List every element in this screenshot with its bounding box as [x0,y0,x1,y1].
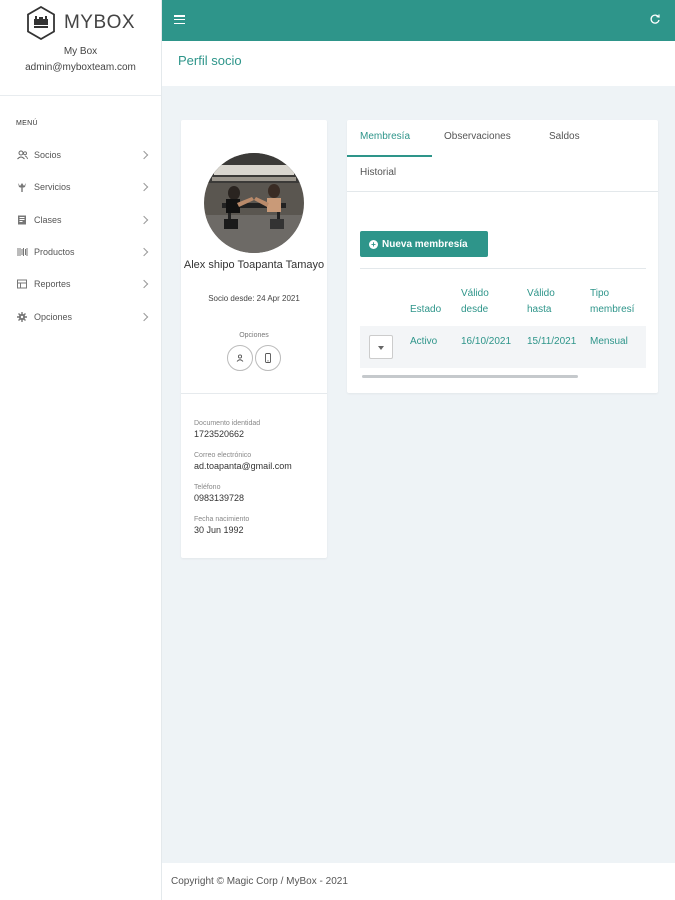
users-icon [16,149,28,161]
column-header-valido-hasta: Válido hasta [527,288,555,315]
sidebar-item-label: Clases [34,214,62,225]
mobile-phone-icon [265,353,271,363]
chevron-right-icon [139,312,149,321]
chevron-right-icon [139,183,149,192]
tab-membresia[interactable]: Membresía [360,131,410,142]
sidebar-item-servicios[interactable]: Servicios [0,171,161,203]
info-value: ad.toapanta@gmail.com [194,461,292,471]
info-birthdate: Fecha nacimiento 30 Jun 1992 [194,516,249,535]
horizontal-scrollbar[interactable] [362,375,578,378]
info-value: 30 Jun 1992 [194,525,244,535]
cell-valido-hasta: 15/11/2021 [527,336,577,347]
membership-card: Membresía Observaciones Saldos Historial… [347,120,658,393]
column-header-valido-desde: Válido desde [461,288,489,315]
avatar [204,153,304,253]
chevron-right-icon [139,280,149,289]
table-divider [360,268,646,269]
phone-options-button[interactable] [255,345,281,371]
cell-tipo: Mensual [590,336,628,347]
info-value: 1723520662 [194,429,245,439]
account-name: My Box [63,46,98,57]
sidebar-item-label: Productos [34,247,75,258]
sidebar-item-label: Socios [34,150,62,161]
sidebar-item-label: Servicios [34,182,71,193]
info-document: Documento identidad 1723520662 [194,420,260,439]
info-label: Documento identidad [194,420,261,427]
user-icon [236,354,244,362]
menu-toggle-icon[interactable] [174,15,185,25]
refresh-icon[interactable] [649,13,661,25]
chevron-right-icon [139,215,149,224]
footer: Copyright © Magic Corp / MyBox - 2021 [162,863,675,900]
tab-observaciones[interactable]: Observaciones [444,131,511,142]
footer-copyright: Copyright © Magic Corp / MyBox - 2021 [171,876,348,887]
cell-valido-desde: 16/10/2021 [461,336,512,347]
sidebar-item-productos[interactable]: Productos [0,236,161,268]
info-phone: Teléfono 0983139728 [194,484,244,503]
products-icon [16,246,28,258]
column-header-estado: Estado [410,304,442,315]
options-label: Opciones [239,332,269,339]
sidebar-menu: Socios Servicios Clases Productos Report… [0,139,161,333]
profile-card: Alex shipo Toapanta Tamayo Socio desde: … [181,120,327,558]
sidebar-item-clases[interactable]: Clases [0,204,161,236]
new-membership-label: Nueva membresía [382,238,468,250]
row-actions-dropdown[interactable] [369,335,393,359]
member-name: Alex shipo Toapanta Tamayo [183,259,325,271]
classes-icon [16,214,28,226]
top-bar [162,0,675,41]
table-row [360,326,646,368]
sidebar-item-socios[interactable]: Socios [0,139,161,171]
page-title: Perfil socio [178,53,242,68]
page-header: Perfil socio [162,41,675,86]
tabs-divider [347,191,658,192]
info-label: Teléfono [194,484,221,491]
sidebar-item-opciones[interactable]: Opciones [0,300,161,332]
info-email: Correo electrónico ad.toapanta@gmail.com [194,452,292,471]
account-email: admin@myboxteam.com [25,62,136,73]
tab-historial[interactable]: Historial [360,167,396,178]
plus-circle-icon: + [369,239,378,249]
tab-saldos[interactable]: Saldos [549,131,580,142]
brand: MYBOX My Box admin@myboxteam.com [0,0,161,96]
chevron-right-icon [139,247,149,257]
sidebar-item-label: Reportes [34,279,71,290]
gear-icon [16,311,28,323]
reports-icon [16,278,28,290]
sidebar: MYBOX My Box admin@myboxteam.com MENÚ So… [0,0,162,900]
info-label: Fecha nacimiento [194,516,250,523]
cell-estado: Activo [410,336,438,347]
sidebar-item-label: Opciones [34,311,73,322]
app-name: MYBOX [63,12,136,33]
info-label: Correo electrónico [194,452,252,459]
info-value: 0983139728 [194,493,245,503]
menu-title: MENÚ [16,120,38,127]
user-options-button[interactable] [227,345,253,371]
new-membership-button[interactable]: + Nueva membresía [360,231,488,257]
chevron-right-icon [139,150,149,160]
services-icon [16,181,28,193]
mybox-logo [27,6,55,40]
member-since: Socio desde: 24 Apr 2021 [208,294,300,303]
column-header-tipo: Tipo membresí [590,288,635,315]
divider [181,393,327,394]
sidebar-item-reportes[interactable]: Reportes [0,268,161,300]
active-tab-indicator [347,155,432,157]
